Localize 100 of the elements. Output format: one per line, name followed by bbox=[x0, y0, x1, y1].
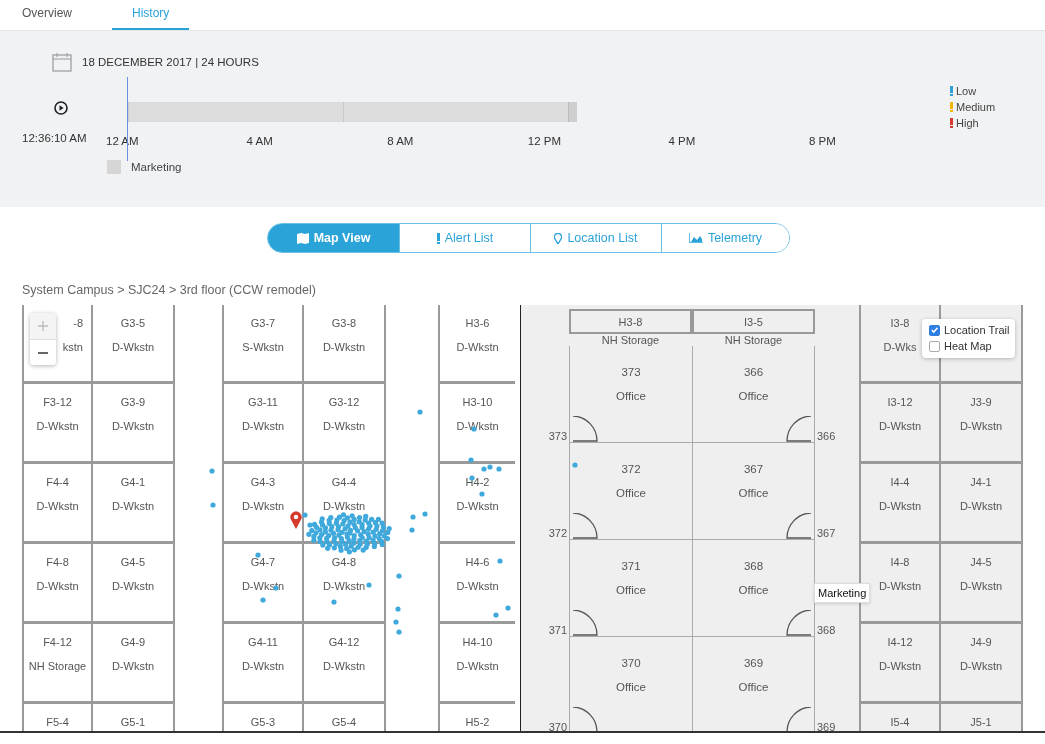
cubicle-code: H4-10 bbox=[462, 636, 493, 648]
exclamation-icon bbox=[436, 232, 440, 244]
cubicle[interactable]: G3-11 D-Wkstn bbox=[222, 384, 304, 464]
room-number: 366 bbox=[743, 366, 764, 378]
cubicle-code: G3-8 bbox=[331, 317, 357, 329]
cubicle[interactable]: J4-1 D-Wkstn bbox=[941, 464, 1023, 544]
cubicle-type: S-Wkstn bbox=[242, 341, 284, 353]
cubicle[interactable]: G5-1 bbox=[93, 704, 175, 731]
door-swing-icon bbox=[572, 707, 598, 731]
cubicle[interactable]: I4-4 D-Wkstn bbox=[859, 464, 941, 544]
play-icon[interactable] bbox=[54, 101, 68, 115]
checkbox[interactable] bbox=[929, 340, 940, 352]
door-number: 368 bbox=[817, 624, 836, 636]
cubicle-code: J4-9 bbox=[970, 636, 992, 648]
cubicle[interactable]: F4-4 D-Wkstn bbox=[22, 464, 93, 544]
cubicle-type: D-Wkstn bbox=[456, 420, 499, 432]
door-number: 372 bbox=[548, 527, 567, 539]
room-code: I3-5 bbox=[744, 315, 763, 328]
calendar-icon bbox=[52, 52, 72, 72]
group-label: Marketing bbox=[131, 161, 182, 173]
cubicle[interactable]: J4-9 D-Wkstn bbox=[941, 624, 1023, 704]
cubicle[interactable]: H3-6 D-Wkstn bbox=[438, 305, 515, 384]
cubicle-code: H4-6 bbox=[465, 556, 490, 568]
cubicle-code: G4-8 bbox=[331, 556, 357, 568]
cubicle[interactable]: I5-4 bbox=[859, 704, 941, 731]
cubicle-code: G4-12 bbox=[328, 636, 360, 648]
cubicle[interactable]: G3-12 D-Wkstn bbox=[304, 384, 386, 464]
legend-label: Low bbox=[956, 85, 977, 97]
cubicle-type: D-Wkstn bbox=[878, 580, 922, 592]
storage-room[interactable]: H3-8 bbox=[569, 309, 692, 334]
cubicle[interactable]: F5-4 bbox=[22, 704, 93, 731]
area-chart-icon bbox=[688, 233, 703, 243]
cubicle[interactable]: H5-2 bbox=[438, 704, 515, 731]
room-type: NH Storage bbox=[600, 334, 661, 346]
cubicle[interactable]: G3-5 D-Wkstn bbox=[93, 305, 175, 384]
door-swing-icon bbox=[572, 416, 598, 442]
cubicle[interactable]: G5-4 bbox=[304, 704, 386, 731]
cubicle-type: D-Wkstn bbox=[322, 660, 366, 672]
cubicle-code: I4-4 bbox=[890, 476, 910, 488]
room-type: NH Storage bbox=[723, 334, 784, 346]
legend-label: High bbox=[956, 117, 979, 129]
cubicle-code: J4-1 bbox=[970, 476, 992, 488]
cubicle-type: D-Wkstn bbox=[456, 500, 499, 512]
cubicle-code: F4-8 bbox=[46, 556, 69, 568]
cubicle[interactable]: G4-11 D-Wkstn bbox=[222, 624, 304, 704]
cubicle-type: D-Wkstn bbox=[111, 500, 155, 512]
cubicle-type: D-Wks bbox=[883, 341, 917, 353]
cubicle-type: D-Wkstn bbox=[111, 660, 155, 672]
cubicle[interactable]: G3-7 S-Wkstn bbox=[222, 305, 304, 384]
cubicle[interactable]: I3-12 D-Wkstn bbox=[859, 384, 941, 464]
door-swing-icon bbox=[786, 610, 812, 636]
current-time: 12:36:10 AM bbox=[22, 132, 88, 144]
cubicle-code: I3-8 bbox=[890, 317, 910, 329]
cubicle[interactable]: H4-10 D-Wkstn bbox=[438, 624, 515, 704]
door-swing-icon bbox=[786, 707, 812, 731]
door-swing-icon bbox=[786, 513, 812, 539]
cubicle-code: G4-7 bbox=[250, 556, 276, 568]
cubicle-type: D-Wkstn bbox=[241, 420, 285, 432]
door-number: 373 bbox=[548, 430, 567, 442]
cubicle-type: D-Wkstn bbox=[959, 420, 1003, 432]
room-number: 373 bbox=[621, 366, 641, 378]
cubicle[interactable]: G4-1 D-Wkstn bbox=[93, 464, 175, 544]
room-number: 372 bbox=[621, 463, 641, 475]
cubicle[interactable]: G4-9 D-Wkstn bbox=[93, 624, 175, 704]
room-type: Office bbox=[738, 584, 769, 596]
cubicle[interactable]: G5-3 bbox=[222, 704, 304, 731]
cubicle-code: J3-9 bbox=[970, 396, 992, 408]
cubicle-type: D-Wkstn bbox=[322, 420, 366, 432]
room-type: Office bbox=[616, 681, 646, 693]
room-type: Office bbox=[738, 487, 769, 499]
cubicle[interactable]: I4-12 D-Wkstn bbox=[859, 624, 941, 704]
cubicle-type: D-Wkstn bbox=[456, 660, 499, 672]
cubicle[interactable]: F4-8 D-Wkstn bbox=[22, 544, 93, 624]
cubicle[interactable]: F3-12 D-Wkstn bbox=[22, 384, 93, 464]
cubicle-code: G4-1 bbox=[120, 476, 146, 488]
cubicle-code: G4-4 bbox=[331, 476, 357, 488]
tab[interactable]: Overview bbox=[22, 0, 72, 30]
cubicle-code: I5-4 bbox=[890, 716, 910, 728]
cubicle-type: D-Wkstn bbox=[322, 580, 366, 592]
cubicle[interactable]: J5-1 bbox=[941, 704, 1023, 731]
cubicle[interactable]: J3-9 D-Wkstn bbox=[941, 384, 1023, 464]
zoom-out-button[interactable] bbox=[30, 339, 56, 365]
room-number: 368 bbox=[743, 560, 764, 572]
legend-swatch bbox=[107, 160, 121, 174]
cubicle-code: G3-9 bbox=[120, 396, 146, 408]
cubicle[interactable]: G4-12 D-Wkstn bbox=[304, 624, 386, 704]
cubicle[interactable]: G3-9 D-Wkstn bbox=[93, 384, 175, 464]
cubicle[interactable]: J4-5 D-Wkstn bbox=[941, 544, 1023, 624]
cubicle[interactable]: G4-5 D-Wkstn bbox=[93, 544, 175, 624]
legend-label: Medium bbox=[956, 101, 996, 113]
cubicle[interactable]: F4-12 NH Storage bbox=[22, 624, 93, 704]
hour-label: 4 PM bbox=[668, 135, 697, 147]
plus-icon bbox=[38, 321, 48, 331]
checkbox[interactable] bbox=[929, 324, 940, 336]
room-code: H3-8 bbox=[618, 315, 643, 328]
room-number: 367 bbox=[743, 463, 764, 475]
hour-label: 12 PM bbox=[527, 135, 563, 147]
cubicle[interactable]: G3-8 D-Wkstn bbox=[304, 305, 386, 384]
storage-room[interactable]: I3-5 bbox=[692, 309, 815, 334]
cubicle-type: D-Wkstn bbox=[878, 660, 922, 672]
